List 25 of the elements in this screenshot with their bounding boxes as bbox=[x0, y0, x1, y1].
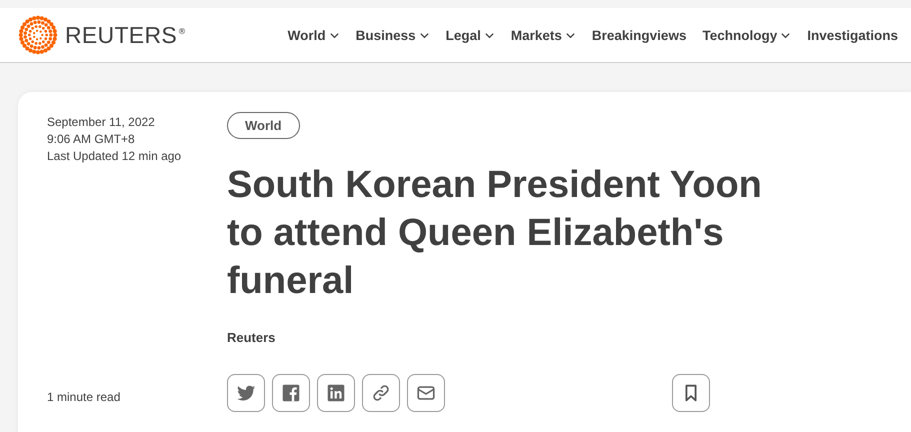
nav-link[interactable]: Legal bbox=[446, 28, 495, 42]
nav-link[interactable]: Markets bbox=[510, 28, 576, 42]
share-button[interactable] bbox=[407, 374, 445, 412]
section-tag[interactable]: World bbox=[227, 112, 300, 139]
last-updated: Last Updated 12 min ago bbox=[47, 148, 182, 165]
share-button[interactable] bbox=[227, 374, 265, 412]
nav-link[interactable]: Breakingviews bbox=[592, 28, 686, 42]
logo-icon bbox=[18, 15, 58, 55]
nav-link[interactable]: Technology bbox=[702, 28, 792, 42]
logo-text[interactable]: REUTERS bbox=[65, 22, 178, 48]
publish-date: September 11, 2022 bbox=[47, 114, 156, 131]
share-button[interactable] bbox=[362, 374, 400, 412]
bookmark-button[interactable] bbox=[672, 374, 710, 412]
share-button[interactable] bbox=[317, 374, 355, 412]
headline: South Korean President Yoon to attend Queen Elizabeth's funeral bbox=[227, 163, 763, 304]
nav-link[interactable]: Business bbox=[356, 28, 430, 42]
share-button[interactable] bbox=[272, 374, 310, 412]
publish-time: 9:06 AM GMT+8 bbox=[47, 131, 136, 148]
read-time: 1 minute read bbox=[47, 389, 122, 406]
registered-mark: ® bbox=[178, 27, 186, 36]
facebook-icon bbox=[280, 382, 302, 404]
nav-link[interactable]: Investigations bbox=[807, 28, 898, 42]
nav-link[interactable]: World bbox=[288, 28, 340, 42]
byline[interactable]: Reuters bbox=[227, 330, 911, 345]
linkedin-icon bbox=[325, 382, 347, 404]
